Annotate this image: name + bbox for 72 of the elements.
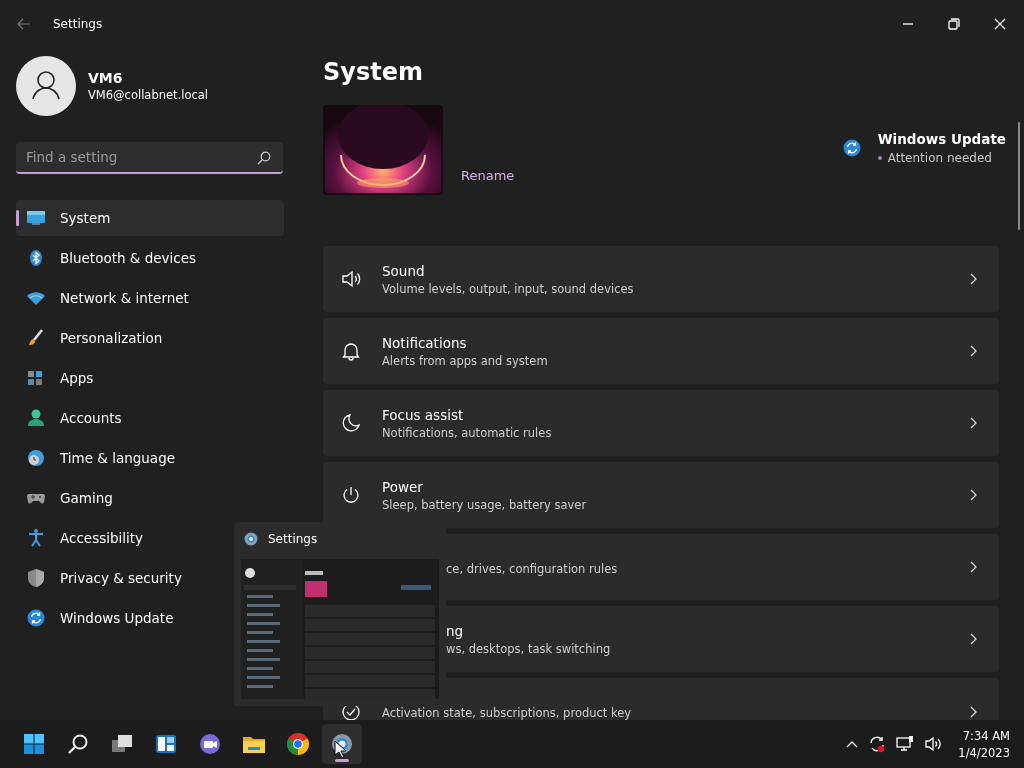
scrollbar[interactable] bbox=[1018, 122, 1020, 230]
chevron-right-icon bbox=[969, 706, 977, 718]
update-status: Attention needed bbox=[877, 151, 1006, 165]
sync-icon[interactable] bbox=[868, 735, 887, 753]
chevron-right-icon bbox=[969, 489, 977, 501]
person-icon bbox=[26, 408, 46, 428]
window-preview-tooltip[interactable]: Settings bbox=[234, 522, 446, 706]
window-title: Settings bbox=[53, 17, 103, 31]
chevron-right-icon bbox=[969, 345, 977, 357]
browser-icon bbox=[286, 732, 310, 756]
sidebar-item[interactable]: Accounts bbox=[16, 400, 284, 436]
gear-icon bbox=[243, 531, 259, 547]
accessibility-icon bbox=[26, 528, 46, 548]
monitor-icon bbox=[26, 208, 46, 228]
sidebar-item[interactable]: Time & language bbox=[16, 440, 284, 476]
card-title: Focus assist bbox=[382, 406, 465, 423]
bell-icon bbox=[341, 341, 361, 361]
moon-icon bbox=[341, 413, 361, 433]
sidebar-item[interactable]: Bluetooth & devices bbox=[16, 240, 284, 276]
update-icon bbox=[26, 608, 46, 628]
search-icon bbox=[66, 732, 90, 756]
chevron-right-icon bbox=[969, 633, 977, 645]
settings-card[interactable]: Focus assist Notifications, automatic rules bbox=[323, 390, 999, 456]
card-subtitle: Notifications, automatic rules bbox=[382, 425, 553, 440]
preview-title: Settings bbox=[268, 532, 318, 546]
settings-card[interactable]: Sound Volume levels, output, input, sound devices bbox=[323, 246, 999, 312]
update-title: Windows Update bbox=[877, 131, 1006, 147]
search-field[interactable]: Find a setting bbox=[16, 142, 283, 174]
shield-icon bbox=[26, 568, 46, 588]
user-name: VM6 bbox=[88, 70, 124, 86]
widgets-icon bbox=[154, 732, 178, 756]
sidebar-item[interactable]: Network & internet bbox=[16, 280, 284, 316]
chevron-right-icon bbox=[969, 561, 977, 573]
chevron-right-icon bbox=[969, 417, 977, 429]
close-icon[interactable] bbox=[994, 18, 1006, 30]
card-title: Sound bbox=[382, 262, 426, 279]
volume-icon[interactable] bbox=[924, 735, 943, 753]
back-icon[interactable] bbox=[17, 18, 31, 30]
chat-icon bbox=[198, 732, 222, 756]
power-icon bbox=[341, 485, 361, 505]
restore-icon[interactable] bbox=[948, 18, 960, 30]
rename-link[interactable]: Rename bbox=[461, 168, 515, 183]
taskbar-button[interactable] bbox=[322, 724, 362, 764]
card-subtitle: Alerts from apps and system bbox=[382, 353, 549, 368]
sidebar-item[interactable]: System bbox=[16, 200, 284, 236]
card-subtitle: Volume levels, output, input, sound devices bbox=[382, 281, 635, 296]
card-subtitle: Sleep, battery usage, battery saver bbox=[382, 497, 588, 512]
chevron-up-icon[interactable] bbox=[846, 740, 859, 748]
sidebar-item[interactable]: Apps bbox=[16, 360, 284, 396]
avatar-icon bbox=[16, 56, 76, 116]
clock-globe-icon bbox=[26, 448, 46, 468]
card-subtitle: ce, drives, configuration rules bbox=[446, 561, 619, 576]
sidebar-item[interactable]: Gaming bbox=[16, 480, 284, 516]
search-icon bbox=[257, 151, 271, 165]
card-title: Notifications bbox=[382, 334, 468, 351]
speaker-icon bbox=[341, 269, 361, 289]
card-title: Power bbox=[382, 478, 424, 495]
settings-card[interactable]: Notifications Alerts from apps and system bbox=[323, 318, 999, 384]
cursor-icon bbox=[334, 740, 346, 758]
settings-card[interactable]: Power Sleep, battery usage, battery saver bbox=[323, 462, 999, 528]
chevron-right-icon bbox=[969, 273, 977, 285]
update-icon bbox=[841, 138, 862, 158]
network-icon[interactable] bbox=[896, 735, 915, 753]
sidebar-item[interactable]: Personalization bbox=[16, 320, 284, 356]
clock[interactable]: 7:34 AM 1/4/2023 bbox=[958, 728, 1010, 760]
card-subtitle: Activation state, subscriptions, product key bbox=[382, 706, 633, 720]
user-email: VM6@collabnet.local bbox=[88, 88, 209, 102]
start-icon bbox=[22, 732, 46, 756]
brush-icon bbox=[26, 328, 46, 348]
page-title: System bbox=[323, 58, 424, 86]
card-subtitle: ws, desktops, task switching bbox=[446, 641, 612, 656]
card-title: ng bbox=[446, 622, 465, 639]
